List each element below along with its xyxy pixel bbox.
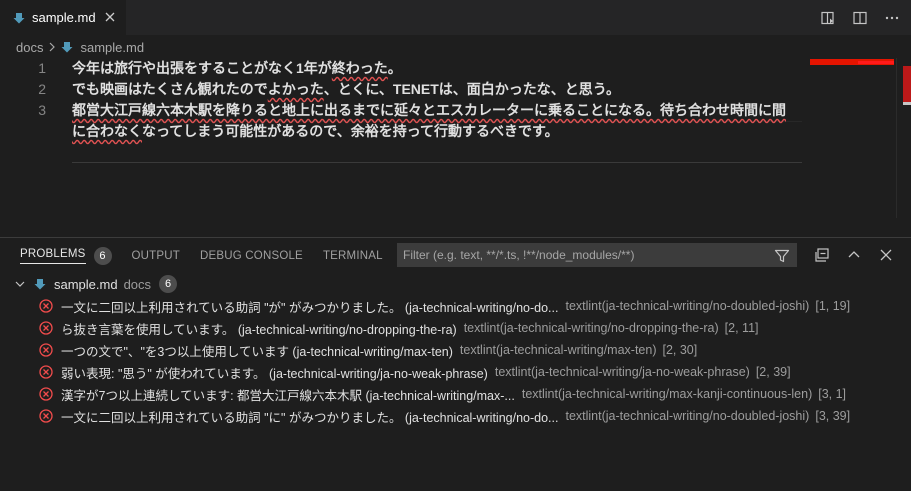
problem-message: 漢字が7つ以上連続しています: 都営大江戸線六本木駅 (ja-technical… [61,388,515,403]
problem-position: [1, 19] [815,299,851,313]
tab-output[interactable]: OUTPUT [132,250,180,262]
markdown-file-icon [34,277,48,291]
bottom-panel: PROBLEMS 6 OUTPUT DEBUG CONSOLE TERMINAL [0,237,911,491]
code-text: 。 [387,60,402,76]
breadcrumb: docs sample.md [16,38,144,56]
problem-row[interactable]: 一つの文で"、"を3つ以上使用しています (ja-technical-writi… [0,339,911,361]
tab-label: PROBLEMS [20,248,86,264]
problem-row[interactable]: ら抜き言葉を使用しています。 (ja-technical-writing/no-… [0,317,911,339]
close-panel-icon[interactable] [877,246,895,264]
problem-position: [2, 11] [724,321,759,335]
lint-error-text: に合わなく [72,123,142,139]
lint-error-text: 終わった [331,60,388,76]
problem-position: [3, 39] [815,409,851,423]
tab-label: TERMINAL [322,250,383,262]
chevron-down-icon[interactable] [14,277,28,291]
tab-terminal[interactable]: TERMINAL [323,250,383,262]
problem-message: 一文に二回以上利用されている助詞 "が" がみつかりました。 (ja-techn… [61,300,559,315]
filter-input[interactable] [398,244,768,266]
code-text: 、とくに、TENETは、面白かったな、と思う。 [323,81,620,97]
problems-tree: sample.md docs 6 一文に二回以上利用されている助詞 "が" がみ… [0,273,911,427]
code-text: 今年は旅行や出張をすることがなく1年が [72,60,332,76]
problem-row[interactable]: 一文に二回以上利用されている助詞 "に" がみつかりました。 (ja-techn… [0,405,911,427]
problem-source: textlint(ja-technical-writing/max-ten) [459,343,657,357]
editor-actions [819,9,901,27]
filter-icon[interactable] [774,248,790,264]
problem-source: textlint(ja-technical-writing/no-doubled… [565,299,810,313]
panel-actions [813,246,895,264]
error-icon [39,321,53,335]
tab-problems[interactable]: PROBLEMS 6 [20,247,112,265]
close-icon[interactable] [102,9,118,25]
panel-tabs: PROBLEMS 6 OUTPUT DEBUG CONSOLE TERMINAL [20,246,403,266]
error-ruler-marker [903,66,911,102]
problem-source: textlint(ja-technical-writing/max-kanji-… [521,387,813,401]
code-area[interactable]: 今年は旅行や出張をすることがなく1年が終わった。 でも映画はたくさん観れたのでよか… [72,58,802,142]
problem-source: textlint(ja-technical-writing/no-droppin… [463,321,719,335]
problem-list: 一文に二回以上利用されている助詞 "が" がみつかりました。 (ja-techn… [0,295,911,427]
tab-bar: sample.md [0,0,911,35]
code-line[interactable]: 今年は旅行や出張をすることがなく1年が終わった。 [72,58,802,79]
problem-source: textlint(ja-technical-writing/ja-no-weak… [494,365,750,379]
lint-error-text: よかった [267,81,324,97]
error-icon [39,299,53,313]
code-text: でも映画はたくさん観れたので [72,81,268,97]
problem-position: [3, 1] [818,387,847,401]
group-file-name: sample.md [54,276,118,292]
open-preview-to-side-icon[interactable] [819,9,837,27]
breadcrumb-folder[interactable]: docs [16,40,43,55]
tab-sample-md[interactable]: sample.md [0,0,126,35]
cursor-ruler-marker [903,102,911,105]
tab-title: sample.md [32,10,96,25]
problem-message: ら抜き言葉を使用しています。 (ja-technical-writing/no-… [61,322,457,337]
problem-message: 弱い表現: "思う" が使われています。 (ja-technical-writi… [61,366,488,381]
group-count-badge: 6 [159,275,178,293]
editor[interactable]: 1 2 3 今年は旅行や出張をすることがなく1年が終わった。 でも映画はたくさん観… [0,58,911,218]
tab-label: OUTPUT [131,250,180,262]
breadcrumb-file[interactable]: sample.md [80,40,144,55]
problem-row[interactable]: 一文に二回以上利用されている助詞 "が" がみつかりました。 (ja-techn… [0,295,911,317]
line-number: 1 [38,60,46,76]
error-icon [39,409,53,423]
problem-source: textlint(ja-technical-writing/no-doubled… [565,409,810,423]
lint-error-text: 都営大江戸線六本木駅を降りると地上に出るまでに延々とエスカレーターに乗ることにな… [72,102,786,118]
minimap-error-marker [858,61,894,64]
error-icon [39,365,53,379]
problems-file-group[interactable]: sample.md docs 6 [0,273,911,295]
error-icon [39,343,53,357]
markdown-file-icon [12,11,26,25]
error-icon [39,387,53,401]
line-number: 2 [38,81,46,97]
markdown-file-icon [61,40,75,54]
tab-debug-console[interactable]: DEBUG CONSOLE [200,250,303,262]
code-text: なってしまう可能性があるので、余裕を持って行動するべきです。 [142,123,559,139]
overview-ruler[interactable] [896,58,911,218]
problem-position: [2, 39] [755,365,791,379]
chevron-right-icon [48,42,56,52]
line-number: 3 [38,102,46,118]
problems-count-badge: 6 [93,247,112,265]
group-file-path: docs [123,276,152,292]
more-actions-icon[interactable] [883,9,901,27]
line-number-gutter: 1 2 3 [0,58,60,142]
maximize-panel-icon[interactable] [845,246,863,264]
line-number [0,121,60,142]
code-line[interactable]: 都営大江戸線六本木駅を降りると地上に出るまでに延々とエスカレーターに乗ることにな… [72,100,802,121]
code-line[interactable]: でも映画はたくさん観れたのでよかった、とくに、TENETは、面白かったな、と思う… [72,79,802,100]
problems-filter [397,243,797,267]
problem-message: 一つの文で"、"を3つ以上使用しています (ja-technical-writi… [61,344,453,359]
code-line[interactable]: に合わなくなってしまう可能性があるので、余裕を持って行動するべきです。 [72,121,802,142]
problem-message: 一文に二回以上利用されている助詞 "に" がみつかりました。 (ja-techn… [61,410,559,425]
problem-row[interactable]: 弱い表現: "思う" が使われています。 (ja-technical-writi… [0,361,911,383]
problem-position: [2, 30] [662,343,698,357]
collapse-all-icon[interactable] [813,246,831,264]
tab-label: DEBUG CONSOLE [200,250,303,262]
split-editor-icon[interactable] [851,9,869,27]
problem-row[interactable]: 漢字が7つ以上連続しています: 都営大江戸線六本木駅 (ja-technical… [0,383,911,405]
